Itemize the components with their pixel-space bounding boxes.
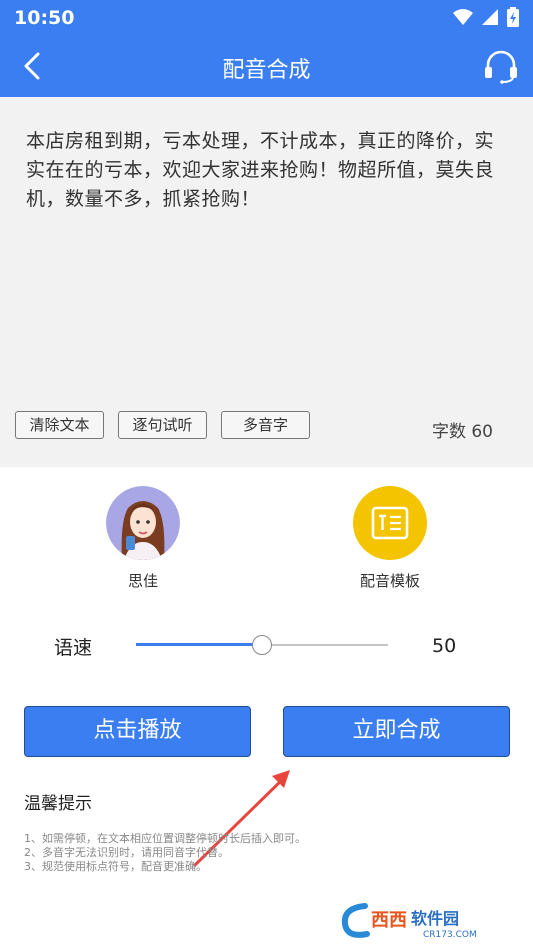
slider-fill <box>136 643 262 646</box>
text-editor[interactable]: 本店房租到期，亏本处理，不计成本，真正的降价，实实在在的亏本，欢迎大家进来抢购！… <box>0 97 533 467</box>
dubbing-text[interactable]: 本店房租到期，亏本处理，不计成本，真正的降价，实实在在的亏本，欢迎大家进来抢购！… <box>26 127 508 214</box>
wifi-icon <box>453 9 473 25</box>
tips-list: 1、如需停顿，在文本相应位置调整停顿时长后插入即可。 2、多音字无法识别时，请用… <box>24 832 306 874</box>
signal-icon <box>482 9 498 25</box>
tip-item: 3、规范使用标点符号，配音更准确。 <box>24 860 207 873</box>
page-title: 配音合成 <box>222 58 311 83</box>
tip-item: 2、多音字无法识别时，请用同音字代替。 <box>24 846 229 859</box>
speed-label: 语速 <box>54 637 93 659</box>
speaker-name: 思佳 <box>127 572 158 590</box>
synthesize-button[interactable]: 立即合成 <box>283 706 510 757</box>
speaker-avatar <box>106 486 180 560</box>
template-label: 配音模板 <box>359 572 420 590</box>
tip-item: 1、如需停顿，在文本相应位置调整停顿时长后插入即可。 <box>24 832 306 845</box>
template-selector[interactable]: 配音模板 <box>345 486 435 591</box>
watermark-logo: 西西 软件园 CR173.COM <box>341 903 477 940</box>
play-button[interactable]: 点击播放 <box>24 706 251 757</box>
polyphone-button[interactable]: 多音字 <box>221 411 310 439</box>
headset-icon[interactable] <box>483 48 519 84</box>
battery-icon <box>507 7 519 27</box>
app-header: 配音合成 <box>0 36 533 97</box>
status-bar: 10:50 <box>0 0 533 36</box>
svg-text:西西: 西西 <box>371 910 407 931</box>
speed-value: 50 <box>432 635 457 657</box>
char-count: 字数 60 <box>431 422 493 442</box>
svg-text:软件园: 软件园 <box>411 909 459 928</box>
template-icon <box>353 486 427 560</box>
svg-text:CR173.COM: CR173.COM <box>423 930 477 940</box>
status-time: 10:50 <box>14 7 75 29</box>
sentence-preview-button[interactable]: 逐句试听 <box>118 411 207 439</box>
slider-thumb[interactable] <box>252 635 272 655</box>
tips-title: 温馨提示 <box>24 794 92 814</box>
status-icons <box>453 7 519 27</box>
speaker-selector[interactable]: 思佳 <box>98 486 188 591</box>
clear-text-button[interactable]: 清除文本 <box>15 411 104 439</box>
speed-slider[interactable] <box>136 635 388 655</box>
